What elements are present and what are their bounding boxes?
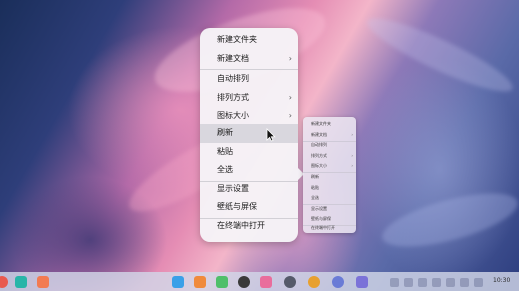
file-manager-icon[interactable] xyxy=(37,276,49,288)
camera-icon[interactable] xyxy=(284,276,296,288)
chevron-right-icon: › xyxy=(351,131,353,137)
menu-item-auto-arrange[interactable]: 自动排列 xyxy=(200,70,298,89)
menu-item-new-document[interactable]: 新建文档 › xyxy=(200,50,298,69)
menu-item-new-folder[interactable]: 新建文件夹 xyxy=(200,31,298,50)
menu-item-label: 粘贴 xyxy=(217,146,233,156)
notification-icon[interactable] xyxy=(446,278,455,287)
desktop-context-menu: 新建文件夹 新建文档 › 自动排列 排列方式 › 图标大小 › 刷新 粘贴 全选 显示… xyxy=(200,28,304,242)
control-center-icon[interactable] xyxy=(332,276,344,288)
menu-item-display-settings[interactable]: 显示设置 xyxy=(200,180,298,199)
menu-item-display-settings[interactable]: 显示设置 xyxy=(303,204,356,215)
mouse-cursor-icon xyxy=(266,128,276,142)
menu-item-sort-by[interactable]: 排列方式 › xyxy=(200,89,298,108)
menu-item-label: 刷新 xyxy=(311,174,319,179)
menu-item-sort-by[interactable]: 排列方式 › xyxy=(303,151,356,162)
menu-item-label: 图标大小 xyxy=(311,163,327,169)
menu-item-paste[interactable]: 粘贴 xyxy=(303,183,356,194)
chevron-right-icon: › xyxy=(288,53,292,63)
menu-item-open-in-terminal[interactable]: 在终端中打开 xyxy=(200,217,298,236)
menu-item-wallpaper-screensaver[interactable]: 壁纸与屏保 xyxy=(200,198,298,217)
menu-item-select-all[interactable]: 全选 xyxy=(200,161,298,180)
menu-item-label: 图标大小 xyxy=(217,111,249,121)
menu-item-label: 显示设置 xyxy=(311,205,327,211)
input-method-icon[interactable] xyxy=(460,278,469,287)
bluetooth-icon[interactable] xyxy=(418,278,427,287)
video-player-icon[interactable] xyxy=(238,276,250,288)
chevron-right-icon: › xyxy=(288,92,292,102)
menu-item-label: 自动排列 xyxy=(217,74,249,83)
menu-item-label: 排列方式 xyxy=(217,92,249,102)
menu-item-label: 排列方式 xyxy=(311,152,327,158)
menu-item-auto-arrange[interactable]: 自动排列 xyxy=(303,140,356,151)
menu-item-label: 新建文件夹 xyxy=(217,35,257,44)
menu-item-label: 在终端中打开 xyxy=(311,225,335,230)
battery-icon[interactable] xyxy=(432,278,441,287)
app-store-icon[interactable] xyxy=(172,276,184,288)
menu-item-label: 新建文件夹 xyxy=(311,121,331,126)
menu-item-label: 刷新 xyxy=(217,128,233,137)
menu-item-label: 全选 xyxy=(311,195,319,201)
menu-item-open-in-terminal[interactable]: 在终端中打开 xyxy=(303,223,356,234)
menu-item-label: 显示设置 xyxy=(217,183,249,193)
network-icon[interactable] xyxy=(404,278,413,287)
menu-item-icon-size[interactable]: 图标大小 › xyxy=(200,107,298,126)
menu-item-new-folder[interactable]: 新建文件夹 xyxy=(303,119,356,130)
menu-item-label: 新建文档 xyxy=(311,131,327,137)
chevron-right-icon: › xyxy=(351,163,353,169)
menu-item-label: 在终端中打开 xyxy=(217,221,265,230)
menu-item-select-all[interactable]: 全选 xyxy=(303,193,356,204)
menu-item-label: 自动排列 xyxy=(311,142,327,148)
calendar-icon[interactable] xyxy=(194,276,206,288)
chevron-right-icon: › xyxy=(288,111,292,121)
settings-icon[interactable] xyxy=(356,276,368,288)
photo-viewer-icon[interactable] xyxy=(260,276,272,288)
chevron-right-icon: › xyxy=(351,152,353,158)
menu-item-icon-size[interactable]: 图标大小 › xyxy=(303,161,356,172)
taskbar-clock[interactable]: 10:30 xyxy=(493,277,510,284)
browser-icon[interactable] xyxy=(308,276,320,288)
menu-item-label: 粘贴 xyxy=(311,184,319,190)
music-icon[interactable] xyxy=(216,276,228,288)
menu-item-new-document[interactable]: 新建文档 › xyxy=(303,130,356,141)
power-icon[interactable] xyxy=(474,278,483,287)
menu-item-label: 新建文档 xyxy=(217,53,249,63)
menu-item-label: 壁纸与屏保 xyxy=(217,202,257,212)
menu-item-refresh[interactable]: 刷新 xyxy=(200,124,298,143)
desktop-context-menu-preview: 新建文件夹 新建文档 › 自动排列 排列方式 › 图标大小 › 刷新 粘贴 全选 显示… xyxy=(303,117,356,233)
menu-item-label: 全选 xyxy=(217,165,233,175)
menu-item-refresh[interactable]: 刷新 xyxy=(303,172,356,183)
multitask-view-icon[interactable] xyxy=(15,276,27,288)
menu-item-paste[interactable]: 粘贴 xyxy=(200,143,298,162)
volume-icon[interactable] xyxy=(390,278,399,287)
